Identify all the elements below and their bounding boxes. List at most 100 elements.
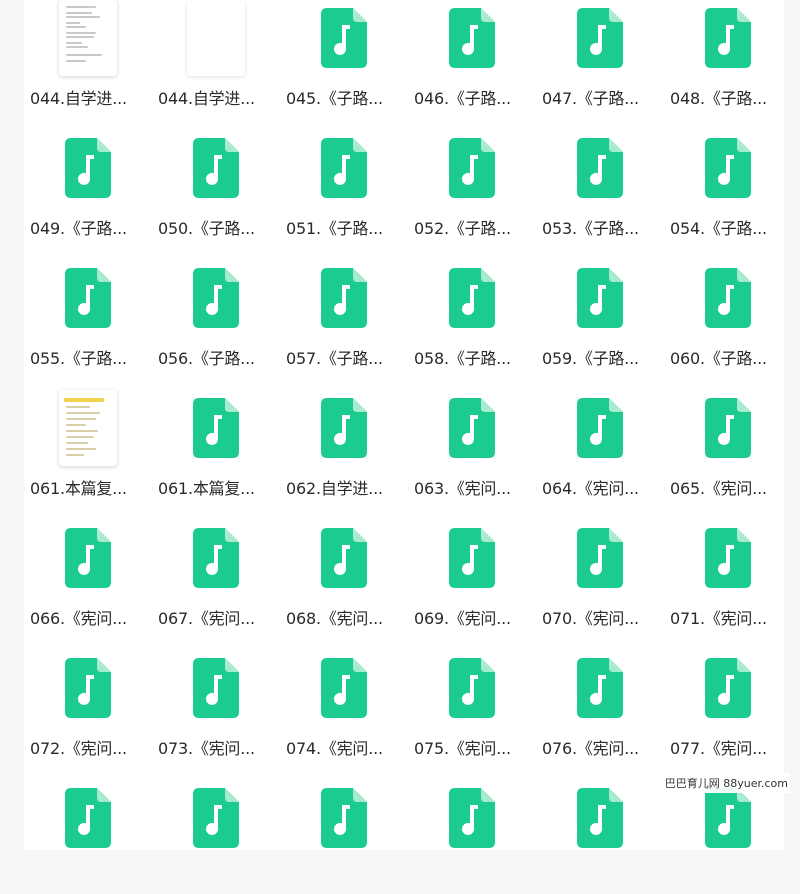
music-file-icon (705, 8, 751, 68)
file-thumbnail[interactable] (184, 520, 248, 596)
file-item[interactable]: 049.《子路... (24, 114, 152, 244)
music-file-icon (65, 788, 111, 848)
file-thumbnail[interactable] (312, 780, 376, 856)
file-item[interactable]: 054.《子路... (664, 114, 792, 244)
file-item[interactable]: 062.自学进... (280, 374, 408, 504)
file-item[interactable]: 071.《宪问... (664, 504, 792, 634)
file-item[interactable]: 067.《宪问... (152, 504, 280, 634)
file-name: 054.《子路... (670, 219, 767, 238)
file-thumbnail[interactable] (440, 520, 504, 596)
file-item[interactable]: 075.《宪问... (408, 634, 536, 764)
file-thumbnail[interactable] (56, 260, 120, 336)
music-file-icon (705, 658, 751, 718)
file-thumbnail[interactable] (184, 0, 248, 76)
file-thumbnail[interactable] (184, 390, 248, 466)
file-item[interactable]: 056.《子路... (152, 244, 280, 374)
file-item[interactable]: 073.《宪问... (152, 634, 280, 764)
file-item[interactable] (280, 764, 408, 894)
file-item[interactable]: 064.《宪问... (536, 374, 664, 504)
file-item[interactable]: 066.《宪问... (24, 504, 152, 634)
file-item[interactable]: 052.《子路... (408, 114, 536, 244)
music-file-icon (577, 398, 623, 458)
music-file-icon (449, 268, 495, 328)
file-item[interactable]: 046.《子路... (408, 0, 536, 114)
file-item[interactable]: 076.《宪问... (536, 634, 664, 764)
file-thumbnail[interactable] (312, 520, 376, 596)
file-item[interactable]: 044.自学进... (152, 0, 280, 114)
file-name: 065.《宪问... (670, 479, 767, 498)
file-item[interactable] (24, 764, 152, 894)
file-name: 063.《宪问... (414, 479, 511, 498)
file-thumbnail[interactable] (568, 130, 632, 206)
file-thumbnail[interactable] (696, 390, 760, 466)
file-thumbnail[interactable] (696, 0, 760, 76)
file-thumbnail[interactable] (440, 650, 504, 726)
file-item[interactable]: 061.本篇复... (24, 374, 152, 504)
file-thumbnail[interactable] (440, 390, 504, 466)
file-thumbnail[interactable] (696, 260, 760, 336)
file-thumbnail[interactable] (440, 0, 504, 76)
file-item[interactable]: 069.《宪问... (408, 504, 536, 634)
file-item[interactable]: 074.《宪问... (280, 634, 408, 764)
file-thumbnail[interactable] (56, 0, 120, 76)
file-thumbnail[interactable] (568, 520, 632, 596)
file-item[interactable]: 077.《宪问... (664, 634, 792, 764)
file-item[interactable] (408, 764, 536, 894)
file-thumbnail[interactable] (696, 650, 760, 726)
file-thumbnail[interactable] (184, 130, 248, 206)
file-item[interactable]: 059.《子路... (536, 244, 664, 374)
file-item[interactable]: 051.《子路... (280, 114, 408, 244)
file-thumbnail[interactable] (56, 520, 120, 596)
file-thumbnail[interactable] (440, 130, 504, 206)
file-item[interactable]: 050.《子路... (152, 114, 280, 244)
file-item[interactable]: 060.《子路... (664, 244, 792, 374)
file-item[interactable]: 045.《子路... (280, 0, 408, 114)
file-thumbnail[interactable] (56, 780, 120, 856)
file-thumbnail[interactable] (312, 390, 376, 466)
file-item[interactable] (152, 764, 280, 894)
file-item[interactable]: 068.《宪问... (280, 504, 408, 634)
file-name: 077.《宪问... (670, 739, 767, 758)
file-thumbnail[interactable] (312, 650, 376, 726)
file-item[interactable]: 057.《子路... (280, 244, 408, 374)
file-item[interactable]: 047.《子路... (536, 0, 664, 114)
file-thumbnail[interactable] (56, 130, 120, 206)
file-thumbnail[interactable] (696, 520, 760, 596)
file-name: 058.《子路... (414, 349, 511, 368)
file-item[interactable]: 044.自学进... (24, 0, 152, 114)
music-file-icon (321, 8, 367, 68)
file-item[interactable]: 058.《子路... (408, 244, 536, 374)
file-thumbnail[interactable] (440, 780, 504, 856)
file-item[interactable]: 070.《宪问... (536, 504, 664, 634)
file-thumbnail[interactable] (440, 260, 504, 336)
music-file-icon (193, 528, 239, 588)
file-thumbnail[interactable] (184, 780, 248, 856)
file-thumbnail[interactable] (312, 0, 376, 76)
file-thumbnail[interactable] (312, 130, 376, 206)
file-name: 067.《宪问... (158, 609, 255, 628)
file-thumbnail[interactable] (56, 650, 120, 726)
file-name: 057.《子路... (286, 349, 383, 368)
file-item[interactable]: 072.《宪问... (24, 634, 152, 764)
file-thumbnail[interactable] (312, 260, 376, 336)
file-item[interactable]: 055.《子路... (24, 244, 152, 374)
file-thumbnail[interactable] (568, 780, 632, 856)
file-thumbnail[interactable] (568, 260, 632, 336)
file-thumbnail[interactable] (184, 650, 248, 726)
file-thumbnail[interactable] (568, 650, 632, 726)
file-item[interactable]: 063.《宪问... (408, 374, 536, 504)
file-item[interactable]: 061.本篇复... (152, 374, 280, 504)
file-item[interactable]: 048.《子路... (664, 0, 792, 114)
file-thumbnail[interactable] (184, 260, 248, 336)
file-thumbnail[interactable] (568, 0, 632, 76)
file-item[interactable] (536, 764, 664, 894)
file-name: 052.《子路... (414, 219, 511, 238)
file-thumbnail[interactable] (56, 390, 120, 466)
file-item[interactable]: 053.《子路... (536, 114, 664, 244)
file-thumbnail[interactable] (696, 130, 760, 206)
music-file-icon (449, 788, 495, 848)
music-file-icon (577, 138, 623, 198)
file-thumbnail[interactable] (568, 390, 632, 466)
file-name: 044.自学进... (30, 89, 127, 108)
file-item[interactable]: 065.《宪问... (664, 374, 792, 504)
